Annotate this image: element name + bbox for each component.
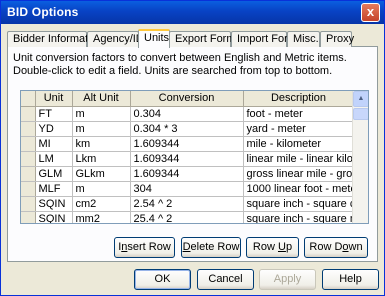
bid-options-dialog: BID Options x Bidder Information Agency/…: [0, 0, 385, 296]
apply-button[interactable]: Apply: [259, 269, 316, 290]
units-table: Unit Alt Unit Conversion Description FT …: [21, 91, 355, 223]
cell-description[interactable]: foot - meter: [243, 106, 355, 122]
table-row[interactable]: YD m 0.304 * 3 yard - meter: [21, 121, 355, 137]
row-selector[interactable]: [21, 121, 36, 137]
cell-alt-unit[interactable]: GLkm: [72, 166, 131, 182]
cell-conversion[interactable]: 2.54 ^ 2: [130, 196, 244, 212]
tab-bidder-information[interactable]: Bidder Information: [7, 31, 103, 47]
tab-export-format[interactable]: Export Format: [169, 31, 245, 47]
tab-import-format[interactable]: Import Format: [231, 31, 306, 47]
close-button[interactable]: x: [361, 3, 380, 22]
ok-button[interactable]: OK: [134, 269, 191, 290]
column-header-alt-unit[interactable]: Alt Unit: [72, 91, 131, 107]
scrollbar-thumb[interactable]: [353, 108, 368, 120]
cell-description[interactable]: 1000 linear foot - meter: [243, 181, 355, 197]
cell-description[interactable]: square inch - square millimeter: [243, 211, 355, 223]
scroll-up-button[interactable]: ▲: [353, 91, 368, 107]
cell-unit[interactable]: MI: [35, 136, 73, 152]
column-header-description[interactable]: Description: [243, 91, 355, 107]
row-selector[interactable]: [21, 106, 36, 122]
cell-conversion[interactable]: 1.609344: [130, 151, 244, 167]
insert-row-button[interactable]: Insert Row: [114, 237, 175, 258]
cell-alt-unit[interactable]: cm2: [72, 196, 131, 212]
row-down-button[interactable]: Row Down: [304, 237, 368, 258]
table-row[interactable]: SQIN mm2 25.4 ^ 2 square inch - square m…: [21, 211, 355, 223]
cell-conversion[interactable]: 1.609344: [130, 166, 244, 182]
row-up-button[interactable]: Row Up: [246, 237, 299, 258]
cell-unit[interactable]: YD: [35, 121, 73, 137]
cell-description[interactable]: gross linear mile - gross linear kilo: [243, 166, 355, 182]
row-selector[interactable]: [21, 136, 36, 152]
tab-units[interactable]: Units: [138, 29, 170, 48]
cell-description[interactable]: yard - meter: [243, 121, 355, 137]
table-header-row: Unit Alt Unit Conversion Description: [21, 91, 355, 107]
table-row[interactable]: MI km 1.609344 mile - kilometer: [21, 136, 355, 152]
cell-description[interactable]: mile - kilometer: [243, 136, 355, 152]
cell-unit[interactable]: FT: [35, 106, 73, 122]
cell-unit[interactable]: SQIN: [35, 211, 73, 223]
cancel-button[interactable]: Cancel: [197, 269, 254, 290]
row-selector[interactable]: [21, 166, 36, 182]
cell-description[interactable]: square inch - square centimeter: [243, 196, 355, 212]
mnemonic: U: [277, 241, 286, 253]
row-selector[interactable]: [21, 181, 36, 197]
vertical-scrollbar[interactable]: ▲: [352, 91, 368, 223]
table-row[interactable]: FT m 0.304 foot - meter: [21, 106, 355, 122]
cell-conversion[interactable]: 1.609344: [130, 136, 244, 152]
row-selector-header: [21, 91, 36, 107]
column-header-conversion[interactable]: Conversion: [130, 91, 244, 107]
row-selector[interactable]: [21, 211, 36, 223]
units-description: Unit conversion factors to convert betwe…: [13, 52, 347, 77]
tab-misc[interactable]: Misc.: [287, 31, 320, 47]
cell-alt-unit[interactable]: mm2: [72, 211, 131, 223]
title-bar[interactable]: BID Options x: [1, 1, 384, 24]
row-selector[interactable]: [21, 196, 36, 212]
cell-unit[interactable]: MLF: [35, 181, 73, 197]
cell-conversion[interactable]: 304: [130, 181, 244, 197]
delete-row-button[interactable]: Delete Row: [181, 237, 241, 258]
table-row[interactable]: MLF m 304 1000 linear foot - meter: [21, 181, 355, 197]
column-header-unit[interactable]: Unit: [35, 91, 73, 107]
cell-unit[interactable]: SQIN: [35, 196, 73, 212]
cell-alt-unit[interactable]: m: [72, 181, 131, 197]
table-row[interactable]: LM Lkm 1.609344 linear mile - linear kil…: [21, 151, 355, 167]
help-button[interactable]: Help: [322, 269, 379, 290]
row-selector[interactable]: [21, 151, 36, 167]
cell-alt-unit[interactable]: km: [72, 136, 131, 152]
tab-agency-id[interactable]: Agency/ID: [87, 31, 144, 47]
cell-unit[interactable]: LM: [35, 151, 73, 167]
window-title: BID Options: [7, 5, 79, 19]
cell-alt-unit[interactable]: m: [72, 106, 131, 122]
table-row[interactable]: SQIN cm2 2.54 ^ 2 square inch - square c…: [21, 196, 355, 212]
triangle-up-icon: ▲: [357, 95, 365, 102]
cell-conversion[interactable]: 25.4 ^ 2: [130, 211, 244, 223]
units-grid[interactable]: Unit Alt Unit Conversion Description FT …: [20, 90, 369, 224]
cell-alt-unit[interactable]: m: [72, 121, 131, 137]
cell-unit[interactable]: GLM: [35, 166, 73, 182]
cell-description[interactable]: linear mile - linear kilometer: [243, 151, 355, 167]
tab-proxy[interactable]: Proxy: [320, 31, 354, 47]
cell-alt-unit[interactable]: Lkm: [72, 151, 131, 167]
cell-conversion[interactable]: 0.304 * 3: [130, 121, 244, 137]
close-icon: x: [366, 4, 375, 19]
cell-conversion[interactable]: 0.304: [130, 106, 244, 122]
mnemonic: D: [182, 241, 191, 253]
table-row[interactable]: GLM GLkm 1.609344 gross linear mile - gr…: [21, 166, 355, 182]
